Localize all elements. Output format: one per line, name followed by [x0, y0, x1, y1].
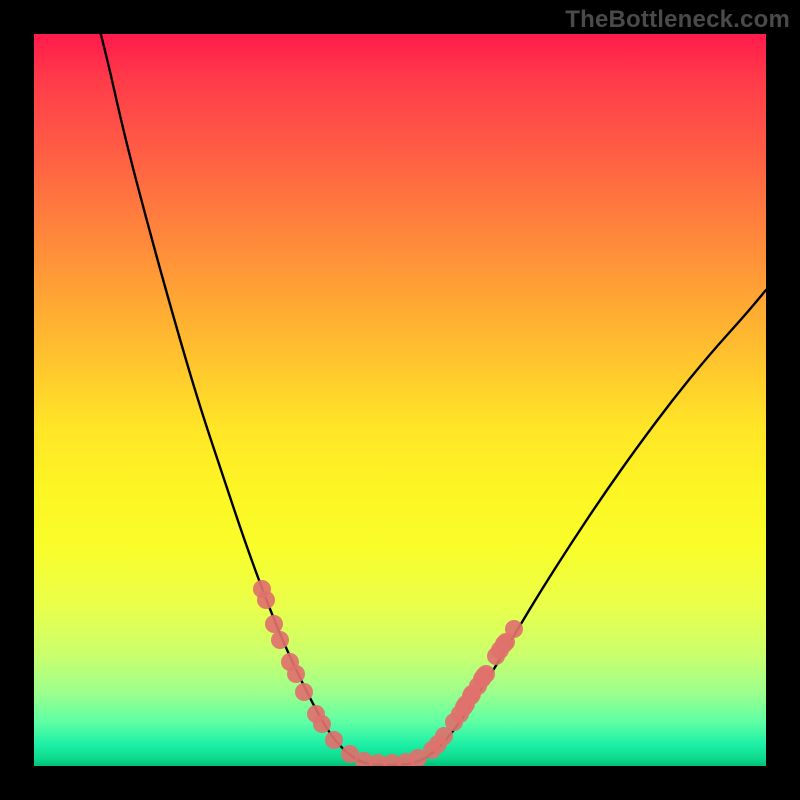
scatter-point [325, 731, 343, 749]
scatter-point [257, 591, 275, 609]
scatter-point [451, 705, 469, 723]
chart-svg [34, 34, 766, 766]
scatter-point [287, 665, 305, 683]
scatter-point [271, 631, 289, 649]
scatter-point [462, 687, 480, 705]
chart-frame: TheBottleneck.com [0, 0, 800, 800]
scatter-point [313, 715, 331, 733]
scatter-point [295, 683, 313, 701]
curve-path [90, 34, 766, 765]
scatter-point [265, 615, 283, 633]
plot-area [34, 34, 766, 766]
scatter-point [505, 620, 523, 638]
watermark-text: TheBottleneck.com [565, 6, 790, 34]
